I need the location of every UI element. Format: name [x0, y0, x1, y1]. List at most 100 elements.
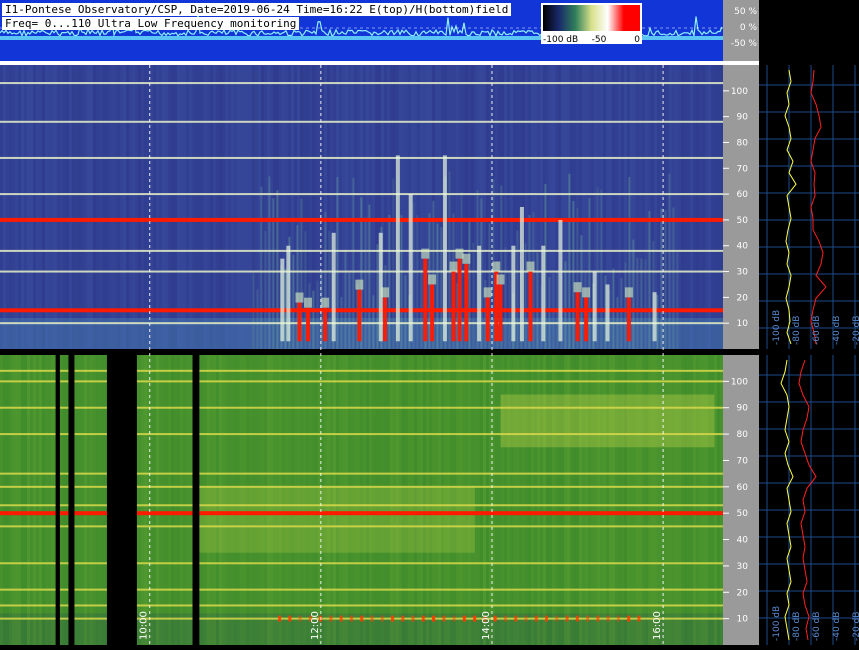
emission-streak: [364, 217, 367, 349]
low-freq-burst: [637, 615, 641, 622]
low-freq-burst: [575, 615, 579, 622]
data-gap: [55, 355, 60, 645]
texture-column: [21, 65, 24, 349]
low-freq-burst: [370, 615, 374, 622]
colorbar-label-mid: -50: [592, 35, 607, 45]
texture-column: [210, 65, 213, 349]
texture-column: [192, 65, 195, 349]
burst-mark: [528, 271, 533, 342]
low-freq-burst: [514, 615, 518, 622]
emission-streak: [664, 210, 667, 349]
freq-tick-label: 90: [737, 404, 749, 414]
burst-halo: [428, 274, 437, 285]
profile-axis-label: -20 dB: [852, 612, 859, 641]
texture-column: [57, 65, 60, 349]
texture-column: [159, 355, 162, 645]
texture-column: [72, 65, 75, 349]
burst-mark: [558, 219, 563, 342]
texture-column: [180, 355, 183, 645]
texture-column: [48, 65, 51, 349]
profile-axis-label: -100 dB: [772, 310, 782, 345]
texture-column: [690, 65, 693, 349]
texture-column: [156, 65, 159, 349]
emission-streak: [624, 262, 627, 349]
texture-column: [171, 65, 174, 349]
amplitude-label-bottom: -50 %: [731, 39, 758, 49]
profile-axis-label: -40 dB: [832, 316, 842, 345]
data-gap: [68, 355, 75, 645]
texture-column: [6, 65, 9, 349]
time-tick-label: 16:00: [652, 611, 663, 640]
texture-column: [213, 65, 216, 349]
texture-column: [78, 65, 81, 349]
texture-column: [42, 65, 45, 349]
texture-column: [3, 355, 6, 645]
header-subtitle: Freq= 0...110 Ultra Low Frequency monito…: [2, 17, 300, 30]
texture-column: [240, 65, 243, 349]
low-freq-burst: [627, 615, 631, 622]
texture-column: [138, 355, 141, 645]
texture-column: [102, 355, 105, 645]
burst-halo: [483, 287, 492, 298]
amplitude-label-top: 50 %: [734, 7, 757, 17]
separator-mid: [0, 349, 759, 355]
burst-mark: [395, 155, 400, 342]
texture-column: [231, 65, 234, 349]
texture-column: [78, 355, 81, 645]
texture-column: [183, 65, 186, 349]
low-freq-burst: [503, 615, 507, 622]
freq-scale-h-bg: [723, 355, 759, 645]
texture-column: [63, 355, 66, 645]
low-freq-burst: [565, 615, 569, 622]
texture-column: [717, 355, 720, 645]
freq-tick-label: 60: [737, 190, 749, 200]
texture-column: [222, 65, 225, 349]
texture-column: [219, 65, 222, 349]
burst-mark: [477, 245, 482, 342]
low-freq-burst: [555, 615, 559, 622]
texture-column: [486, 355, 489, 645]
freq-tick-label: 40: [737, 242, 749, 252]
time-tick-label: 10:00: [139, 611, 150, 640]
emission-streak: [504, 247, 507, 349]
freq-tick-label: 70: [737, 164, 749, 174]
freq-tick-label: 30: [737, 562, 749, 572]
texture-column: [705, 65, 708, 349]
texture-column: [75, 355, 78, 645]
profile-axis-label: -80 dB: [792, 316, 802, 345]
low-freq-burst: [462, 615, 466, 622]
texture-column: [201, 65, 204, 349]
freq-tick-label: 50: [737, 216, 749, 226]
burst-mark: [297, 302, 302, 342]
texture-column: [63, 65, 66, 349]
texture-column: [156, 355, 159, 645]
texture-column: [93, 355, 96, 645]
texture-column: [126, 65, 129, 349]
texture-column: [699, 65, 702, 349]
burst-halo: [492, 261, 501, 272]
emission-streak: [468, 218, 471, 349]
texture-column: [717, 65, 720, 349]
burst-mark: [423, 258, 428, 342]
texture-column: [249, 65, 252, 349]
texture-column: [141, 65, 144, 349]
texture-column: [225, 65, 228, 349]
texture-column: [93, 65, 96, 349]
low-freq-burst: [442, 615, 446, 622]
burst-halo: [295, 292, 304, 303]
colorbar-label-max: 0: [634, 35, 640, 45]
freq-tick-label: 10: [737, 615, 749, 625]
header-title: I1-Pontese Observatory/CSP, Date=2019-06…: [2, 3, 512, 16]
texture-column: [81, 65, 84, 349]
texture-column: [714, 355, 717, 645]
emission-streak: [596, 187, 599, 349]
texture-column: [39, 355, 42, 645]
texture-column: [153, 65, 156, 349]
profile-e-field: -100 dB -80 dB -60 dB -40 dB -20 dB: [759, 65, 859, 349]
low-freq-burst: [360, 615, 364, 622]
texture-column: [90, 65, 93, 349]
burst-halo: [321, 297, 330, 308]
burst-mark: [519, 207, 524, 342]
bright-region: [500, 394, 715, 448]
emission-streak: [292, 254, 295, 349]
